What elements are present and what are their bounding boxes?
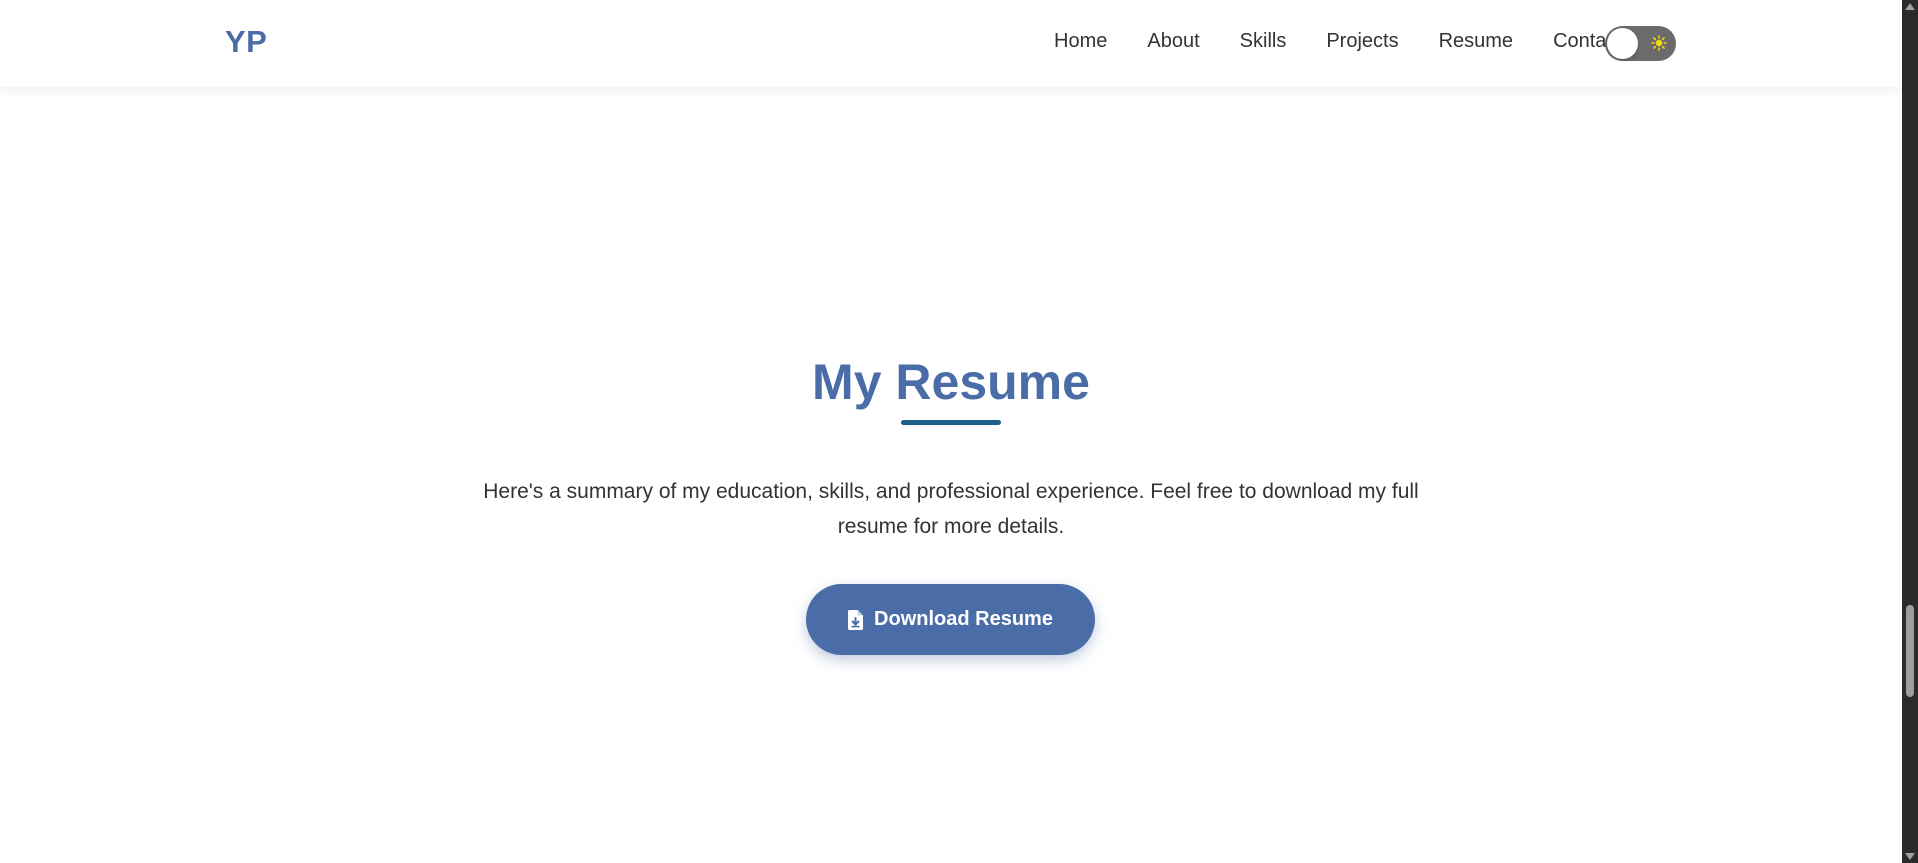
nav-link-home[interactable]: Home: [1054, 30, 1107, 52]
download-resume-label: Download Resume: [874, 608, 1053, 630]
download-resume-button[interactable]: Download Resume: [806, 584, 1095, 655]
theme-toggle[interactable]: [1605, 26, 1676, 61]
nav-item-skills: Skills: [1240, 29, 1287, 53]
section-title: My Resume: [812, 354, 1090, 410]
nav-item-resume: Resume: [1439, 29, 1513, 53]
page: YP Home About Skills Projects Resume Con…: [0, 0, 1902, 863]
file-download-icon: [848, 609, 864, 630]
scroll-down-arrow-icon[interactable]: [1905, 853, 1915, 860]
sun-icon: [1651, 35, 1667, 51]
logo[interactable]: YP: [225, 24, 267, 60]
toggle-knob: [1607, 28, 1638, 59]
nav-item-projects: Projects: [1326, 29, 1398, 53]
nav-links: Home About Skills Projects Resume Contac…: [1054, 29, 1622, 53]
nav-item-about: About: [1147, 29, 1199, 53]
nav-link-about[interactable]: About: [1147, 30, 1199, 52]
nav-link-projects[interactable]: Projects: [1326, 30, 1398, 52]
nav-link-resume[interactable]: Resume: [1439, 30, 1513, 52]
section-description: Here's a summary of my education, skills…: [483, 480, 1419, 538]
scroll-up-arrow-icon[interactable]: [1905, 3, 1915, 10]
vertical-scrollbar[interactable]: [1902, 0, 1918, 863]
scroll-thumb[interactable]: [1906, 605, 1914, 697]
nav-item-home: Home: [1054, 29, 1107, 53]
browser-viewport: YP Home About Skills Projects Resume Con…: [0, 0, 1918, 863]
nav-link-skills[interactable]: Skills: [1240, 30, 1287, 52]
navbar: YP Home About Skills Projects Resume Con…: [0, 0, 1902, 87]
title-underline: [901, 420, 1001, 425]
